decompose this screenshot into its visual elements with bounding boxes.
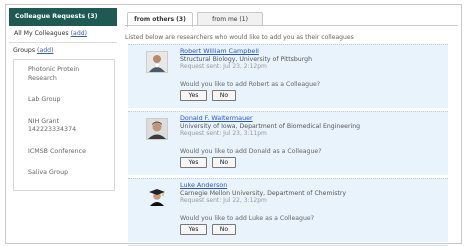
group-item[interactable]: Saliva Group [14,169,114,178]
groups-heading: Groups (add) [9,43,117,59]
request-info: Luke Anderson Carnegie Mellon University… [180,181,347,235]
group-item[interactable]: NIH Grant 142223334374 [14,118,114,135]
requester-name-link[interactable]: Robert William Campbell [180,47,320,56]
request-question: Would you like to add Luke as a Colleagu… [180,214,314,222]
request-card: Luke Anderson Carnegie Mellon University… [128,178,448,242]
request-card: Donald F. Waltermauer University of Iowa… [128,111,448,175]
group-item[interactable]: Photonic Protein Research [14,66,114,83]
request-question: Would you like to add Robert as a Collea… [180,80,321,88]
decline-button[interactable]: No [211,223,236,235]
request-question: Would you like to add Donald as a Collea… [180,147,322,155]
main-content: from others (3) from me (1) Listed below… [125,12,458,246]
all-colleagues-label[interactable]: All My Colleagues [14,30,69,37]
sidebar: Colleague Requests (3) All My Colleagues… [9,8,117,191]
request-timestamp: Request sent: Jul 23, 3:11pm [180,130,267,137]
request-card: Robert William Campbell Structural Biolo… [128,44,448,108]
decline-button[interactable]: No [211,156,236,168]
request-timestamp: Request sent: Jul 23, 2:12pm [180,63,267,70]
add-group-link[interactable]: (add) [37,47,53,54]
request-info: Donald F. Waltermauer University of Iowa… [180,114,361,168]
accept-button[interactable]: Yes [180,223,207,235]
groups-list: Photonic Protein Research Lab Group NIH … [13,59,115,191]
accept-button[interactable]: Yes [180,89,207,101]
request-timestamp: Request sent: Jul 22, 3:12pm [180,197,267,204]
accept-button[interactable]: Yes [180,156,207,168]
group-item[interactable]: ICMSB Conference [14,148,114,157]
tab-from-me[interactable]: from me (1) [197,12,263,26]
decline-button[interactable]: No [211,89,236,101]
request-info: Robert William Campbell Structural Biolo… [180,47,321,101]
requester-name-link[interactable]: Donald F. Waltermauer [180,114,360,123]
all-colleagues-row[interactable]: All My Colleagues (add) [9,26,117,43]
intro-text: Listed below are researchers who would l… [125,34,354,41]
tab-divider [125,25,458,26]
group-item[interactable]: Lab Group [14,96,114,105]
graduate-photo-icon [146,185,168,207]
person-photo-icon [146,51,168,73]
requester-affiliation: Carnegie Mellon University, Department o… [180,189,347,197]
requester-affiliation: Structural Biology, University of Pittsb… [180,55,313,63]
tab-bar: from others (3) from me (1) [125,12,458,27]
colleague-requests-header[interactable]: Colleague Requests (3) [9,8,117,26]
requester-name-link[interactable]: Luke Anderson [180,181,346,190]
groups-label: Groups [13,47,36,54]
add-colleague-link[interactable]: (add) [71,30,87,37]
person-photo-icon [146,118,168,140]
requester-affiliation: University of Iowa, Department of Biomed… [180,122,361,130]
